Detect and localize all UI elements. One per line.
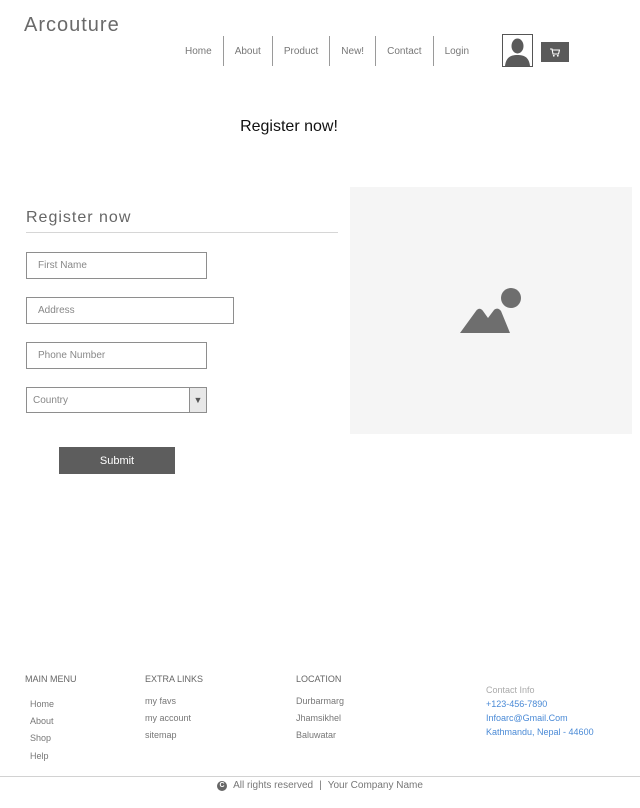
footer-main-menu-heading: MAIN MENU xyxy=(25,674,77,684)
footer-contact-address: Kathmandu, Nepal - 44600 xyxy=(486,727,594,737)
first-name-input[interactable]: First Name xyxy=(26,252,207,279)
copyright-text: All rights reserved xyxy=(233,780,314,791)
brand-logo[interactable]: Arcouture xyxy=(24,14,120,37)
company-name: Your Company Name xyxy=(327,780,423,791)
phone-number-input[interactable]: Phone Number xyxy=(26,342,207,369)
nav-contact[interactable]: Contact xyxy=(376,36,434,66)
nav-product[interactable]: Product xyxy=(273,36,331,66)
nav-login[interactable]: Login xyxy=(434,36,480,66)
footer-location-item: Durbarmarg xyxy=(296,696,345,706)
footer-link-home[interactable]: Home xyxy=(30,699,54,709)
copyright-separator: | xyxy=(319,780,322,791)
footer-link-my-favs[interactable]: my favs xyxy=(145,696,176,706)
address-input[interactable]: Address xyxy=(26,297,234,324)
user-avatar-icon[interactable] xyxy=(502,34,533,67)
main-nav: Home About Product New! Contact Login xyxy=(174,36,480,66)
footer-extra-links-heading: EXTRA LINKS xyxy=(145,674,204,684)
footer-link-shop[interactable]: Shop xyxy=(30,733,51,743)
nav-home[interactable]: Home xyxy=(174,36,224,66)
footer-link-my-account[interactable]: my account xyxy=(145,713,191,723)
nav-new[interactable]: New! xyxy=(330,36,377,66)
page-title: Register now! xyxy=(240,118,338,135)
form-title: Register now xyxy=(26,209,132,226)
footer-location-item: Baluwatar xyxy=(296,730,337,740)
footer-contact-phone[interactable]: +123-456-7890 xyxy=(486,699,547,709)
footer-link-help[interactable]: Help xyxy=(30,751,49,761)
footer-link-sitemap[interactable]: sitemap xyxy=(145,730,177,740)
submit-button[interactable]: Submit xyxy=(59,447,175,474)
nav-about[interactable]: About xyxy=(224,36,273,66)
country-select-value: Country xyxy=(33,394,69,406)
cart-icon xyxy=(550,47,560,57)
footer-contact-email[interactable]: Infoarc@Gmail.Com xyxy=(486,713,568,723)
image-placeholder xyxy=(350,187,632,434)
cart-button[interactable] xyxy=(541,42,569,62)
country-select[interactable]: Country ▼ xyxy=(26,387,207,413)
copyright-bar: C All rights reserved | Your Company Nam… xyxy=(0,780,640,791)
footer-location-item: Jhamsikhel xyxy=(296,713,342,723)
footer-location-heading: LOCATION xyxy=(296,674,342,684)
footer-contact-heading: Contact Info xyxy=(486,685,535,695)
image-placeholder-icon xyxy=(460,287,521,333)
dropdown-arrow-icon[interactable]: ▼ xyxy=(189,388,206,412)
copyright-icon: C xyxy=(217,780,228,791)
footer-divider xyxy=(0,776,640,777)
footer-link-about[interactable]: About xyxy=(30,716,54,726)
form-divider xyxy=(26,232,338,233)
